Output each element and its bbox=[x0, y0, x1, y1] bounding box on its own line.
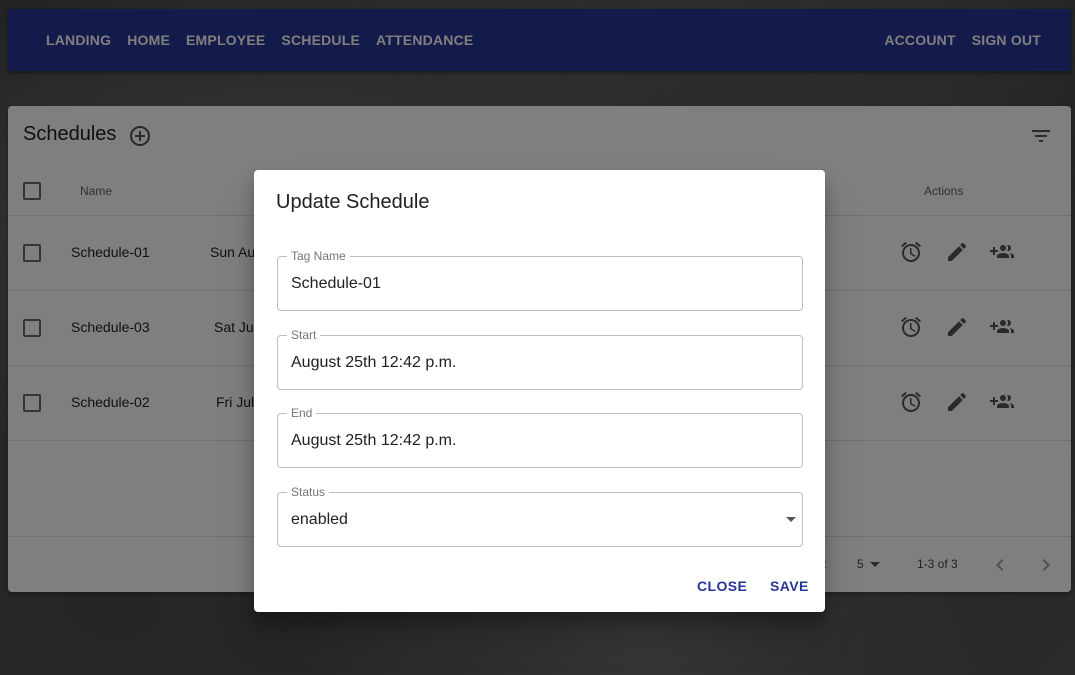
status-select[interactable]: Status enabled bbox=[277, 485, 803, 547]
status-label: Status bbox=[287, 485, 330, 499]
start-label: Start bbox=[287, 328, 321, 342]
end-label: End bbox=[287, 406, 317, 420]
end-input[interactable]: August 25th 12:42 p.m. bbox=[291, 432, 456, 450]
tag-name-input[interactable]: Schedule-01 bbox=[291, 275, 381, 293]
tag-name-field[interactable]: Tag Name Schedule-01 bbox=[277, 249, 803, 311]
update-schedule-dialog: Update Schedule Tag Name Schedule-01 Sta… bbox=[254, 170, 825, 612]
start-input[interactable]: August 25th 12:42 p.m. bbox=[291, 354, 456, 372]
close-button[interactable]: CLOSE bbox=[697, 578, 747, 594]
dialog-title: Update Schedule bbox=[276, 191, 430, 213]
tag-name-label: Tag Name bbox=[287, 249, 350, 263]
start-field[interactable]: Start August 25th 12:42 p.m. bbox=[277, 328, 803, 390]
dropdown-arrow-icon bbox=[786, 517, 796, 522]
end-field[interactable]: End August 25th 12:42 p.m. bbox=[277, 406, 803, 468]
status-value: enabled bbox=[291, 511, 348, 528]
save-button[interactable]: SAVE bbox=[770, 578, 809, 594]
page: LANDING HOME EMPLOYEE SCHEDULE ATTENDANC… bbox=[0, 0, 1075, 675]
